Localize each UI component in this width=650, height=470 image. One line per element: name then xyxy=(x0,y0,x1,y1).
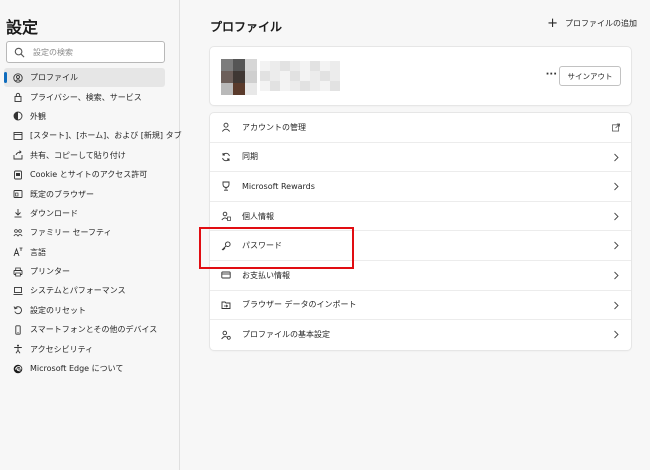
sidebar-item-cookies[interactable]: Cookie とサイトのアクセス許可 xyxy=(4,165,165,184)
sidebar-item-reset[interactable]: 設定のリセット xyxy=(4,301,165,320)
plus-icon: + xyxy=(547,15,558,31)
more-options-button[interactable]: ··· xyxy=(546,69,557,80)
personal-info-icon xyxy=(221,211,231,221)
sidebar-item-privacy[interactable]: プライバシー、検索、サービス xyxy=(4,87,165,106)
sidebar-item-family[interactable]: ファミリー セーフティ xyxy=(4,223,165,242)
reset-icon xyxy=(13,305,23,315)
main-content: プロファイル + プロファイルの追加 ··· サインアウト アカウントの管理 同… xyxy=(181,0,650,470)
start-tab-icon xyxy=(13,131,23,141)
row-manage-account[interactable]: アカウントの管理 xyxy=(210,113,631,143)
sidebar-item-start-tabs[interactable]: [スタート]、[ホーム]、および [新規] タブ xyxy=(4,126,182,145)
row-personal-info[interactable]: 個人情報 xyxy=(210,202,631,232)
profile-icon xyxy=(13,73,23,83)
row-label: パスワード xyxy=(242,241,282,251)
sidebar-item-appearance[interactable]: 外観 xyxy=(4,107,165,126)
appearance-icon xyxy=(13,111,23,121)
cookie-icon xyxy=(13,170,23,180)
sidebar-item-label: 外観 xyxy=(30,111,46,121)
chevron-right-icon xyxy=(612,241,620,250)
sidebar-item-label: アクセシビリティ xyxy=(30,344,94,354)
profile-name-pixelated xyxy=(260,61,340,91)
key-icon xyxy=(221,241,231,251)
import-icon xyxy=(221,300,231,310)
sidebar: 設定 プロファイル プライバシー、検索、サービス 外観 [スタート]、[ホーム]… xyxy=(0,0,182,470)
accessibility-icon xyxy=(13,344,23,354)
row-label: プロファイルの基本設定 xyxy=(242,330,330,340)
external-link-icon xyxy=(612,123,620,132)
profile-settings-list: アカウントの管理 同期 Microsoft Rewards 個人情報 パスワード… xyxy=(210,113,631,350)
sidebar-item-languages[interactable]: 言語 xyxy=(4,243,165,262)
browser-icon xyxy=(13,189,23,199)
row-label: Microsoft Rewards xyxy=(242,181,315,191)
row-label: お支払い情報 xyxy=(242,270,290,280)
row-label: 同期 xyxy=(242,152,258,162)
sidebar-item-label: プリンター xyxy=(30,267,70,277)
row-label: ブラウザー データのインポート xyxy=(242,300,357,310)
sidebar-item-system[interactable]: システムとパフォーマンス xyxy=(4,281,165,300)
system-icon xyxy=(13,286,23,296)
sidebar-nav: プロファイル プライバシー、検索、サービス 外観 [スタート]、[ホーム]、およ… xyxy=(4,68,182,378)
language-icon xyxy=(13,247,23,257)
settings-search-input[interactable] xyxy=(33,47,163,57)
row-payment-info[interactable]: お支払い情報 xyxy=(210,261,631,291)
sidebar-item-label: プライバシー、検索、サービス xyxy=(30,92,142,102)
page-title: プロファイル xyxy=(210,20,283,34)
sidebar-item-share[interactable]: 共有、コピーして貼り付け xyxy=(4,146,165,165)
sidebar-item-accessibility[interactable]: アクセシビリティ xyxy=(4,339,165,358)
chevron-right-icon xyxy=(612,330,620,339)
sidebar-item-label: Cookie とサイトのアクセス許可 xyxy=(30,170,148,180)
sidebar-item-label: スマートフォンとその他のデバイス xyxy=(30,325,158,335)
profile-card: ··· サインアウト xyxy=(210,47,631,105)
row-profile-preferences[interactable]: プロファイルの基本設定 xyxy=(210,320,631,350)
chevron-right-icon xyxy=(612,271,620,280)
chevron-right-icon xyxy=(612,212,620,221)
download-icon xyxy=(13,208,23,218)
chevron-right-icon xyxy=(612,153,620,162)
row-label: アカウントの管理 xyxy=(242,122,306,132)
phone-icon xyxy=(13,325,23,335)
lock-icon xyxy=(13,92,23,103)
add-profile-button[interactable]: + プロファイルの追加 xyxy=(547,15,637,31)
sidebar-item-label: 既定のブラウザー xyxy=(30,189,94,199)
sidebar-item-default-browser[interactable]: 既定のブラウザー xyxy=(4,184,165,203)
sidebar-item-label: ファミリー セーフティ xyxy=(30,228,112,238)
sidebar-item-label: [スタート]、[ホーム]、および [新規] タブ xyxy=(30,131,182,141)
row-rewards[interactable]: Microsoft Rewards xyxy=(210,172,631,202)
chevron-right-icon xyxy=(612,301,620,310)
sidebar-title: 設定 xyxy=(6,18,39,37)
row-label: 個人情報 xyxy=(242,211,274,221)
rewards-icon xyxy=(221,181,231,192)
sidebar-item-label: プロファイル xyxy=(30,73,78,83)
sidebar-item-label: システムとパフォーマンス xyxy=(30,286,126,296)
sidebar-item-printers[interactable]: プリンター xyxy=(4,262,165,281)
profile-settings-icon xyxy=(221,330,231,340)
share-icon xyxy=(13,150,23,160)
chevron-right-icon xyxy=(612,182,620,191)
account-icon xyxy=(221,122,231,133)
avatar xyxy=(221,59,257,95)
sidebar-item-about[interactable]: Microsoft Edge について xyxy=(4,359,165,378)
sidebar-item-profile[interactable]: プロファイル xyxy=(4,68,165,88)
sidebar-item-label: ダウンロード xyxy=(30,208,78,218)
sidebar-item-downloads[interactable]: ダウンロード xyxy=(4,204,165,223)
signout-button[interactable]: サインアウト xyxy=(559,66,621,86)
family-icon xyxy=(13,228,23,238)
add-profile-label: プロファイルの追加 xyxy=(565,19,637,28)
sidebar-item-label: 言語 xyxy=(30,247,46,257)
sidebar-item-label: Microsoft Edge について xyxy=(30,364,124,374)
sidebar-item-label: 共有、コピーして貼り付け xyxy=(30,150,126,160)
printer-icon xyxy=(13,267,23,277)
card-icon xyxy=(221,270,231,280)
edge-logo-icon xyxy=(13,364,23,374)
sidebar-item-label: 設定のリセット xyxy=(30,305,86,315)
row-passwords[interactable]: パスワード xyxy=(210,231,631,261)
row-sync[interactable]: 同期 xyxy=(210,143,631,173)
sync-icon xyxy=(221,152,231,162)
settings-search-box[interactable] xyxy=(6,41,165,63)
row-import-data[interactable]: ブラウザー データのインポート xyxy=(210,291,631,321)
search-icon xyxy=(14,43,25,62)
sidebar-item-devices[interactable]: スマートフォンとその他のデバイス xyxy=(4,320,165,339)
